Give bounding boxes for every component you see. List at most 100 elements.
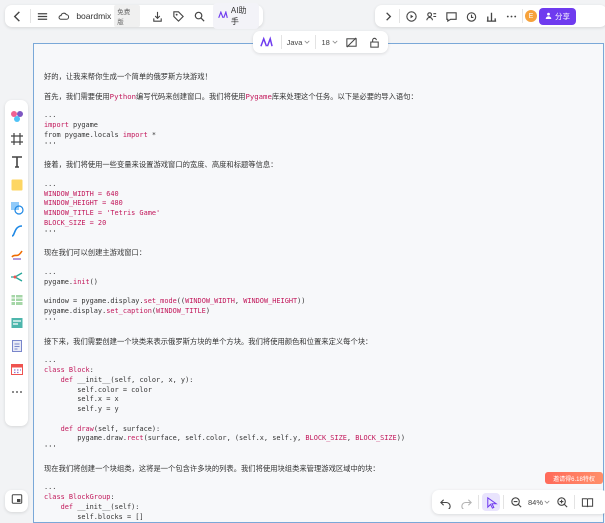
code-token: WINDOW_HEIGHT = 480 [44,199,123,208]
code-token: pygame [68,120,98,129]
table-icon[interactable] [9,292,25,308]
search-icon[interactable] [190,7,208,25]
code-token: class [44,365,65,374]
code-token: init [73,277,90,286]
more-tools-icon[interactable] [9,384,25,400]
vote-icon[interactable] [482,7,500,25]
kanban-icon[interactable] [9,315,25,331]
prose-line: 接着，我们将使用一些变量来设置游戏窗口的宽度、高度和标题等信息： [44,160,278,170]
cursor-select-icon[interactable] [482,493,500,511]
collaborate-icon[interactable] [422,7,440,25]
zoom-out-icon[interactable] [507,493,525,511]
minimap-button[interactable] [5,490,28,512]
template-icon[interactable] [9,108,25,124]
code-line: class Block: [44,366,593,376]
code-token: rect [126,434,144,443]
code-token: def [60,503,74,512]
code-token: : [89,365,94,374]
lock-icon[interactable] [365,33,383,51]
code-line: self.color = color [44,386,593,396]
no-image-icon[interactable] [343,33,361,51]
prose-line: 接下来，我们需要创建一个块类来表示俄罗斯方块的单个方块。我们将使用颜色和位置来定… [44,336,373,346]
code-token: ''' [44,228,57,237]
code-line: def draw(self, surface): [44,425,593,435]
code-token: set_mode [143,297,177,306]
code-line: ... [44,111,593,121]
code-line: ... [44,268,593,278]
undo-icon[interactable] [436,493,454,511]
code-line: ... [44,356,593,366]
more-icon[interactable] [502,7,520,25]
prose-segment: 首先，我们需要使用 [44,91,110,101]
plan-badge: 免费版 [114,5,140,27]
code-token: set_caption [106,307,152,316]
ai-assistant-button[interactable]: AI助手 [212,3,260,29]
frame-icon[interactable] [9,131,25,147]
share-icon [545,12,552,21]
code-token: (surface, self.color, (self.x, self.y, [143,434,306,443]
code-token: class [44,493,65,502]
export-icon[interactable] [149,7,167,25]
code-line: ... [44,180,593,190]
pen-icon[interactable] [9,246,25,262]
prose-line: 现在我们将创建一个块组类，这将是一个包含许多块的列表。我们将使用块组类来管理游戏… [44,463,380,473]
code-token: WINDOW_HEIGHT [243,297,298,306]
code-line: WINDOW_HEIGHT = 480 [44,199,593,209]
code-token: import [44,120,69,129]
share-button[interactable]: 分享 [539,7,576,25]
divider [29,9,31,23]
calendar-icon[interactable] [9,361,25,377]
connector-icon[interactable] [9,223,25,239]
promo-badge[interactable]: 邀请得6.18特权 [545,472,603,484]
share-label: 分享 [555,11,570,21]
book-icon[interactable] [578,493,596,511]
zoom-toolbar: 84% [432,490,605,514]
code-token: (self, surface): [93,424,161,433]
timer-icon[interactable] [462,7,480,25]
prose-segment: Python [109,91,137,101]
zoom-in-icon[interactable] [553,493,571,511]
code-line: self.x = x [44,395,593,405]
tool-rail [5,100,28,426]
language-select[interactable]: Java [287,38,311,47]
code-token: Block [68,365,90,374]
expand-icon[interactable] [379,7,397,25]
present-icon[interactable] [402,7,420,25]
zoom-level[interactable]: 84% [528,498,550,507]
code-token: self.y = y [44,405,119,414]
code-content[interactable]: 好的，让我来帮你生成一个简单的俄罗斯方块游戏！ 首先，我们需要使用Python编写… [44,72,593,523]
zoom-value: 84% [528,497,544,507]
mindmap-icon[interactable] [9,269,25,285]
code-token: () [89,277,98,286]
chevron-down-icon [332,38,338,47]
code-line: ''' [44,444,593,454]
redo-icon[interactable] [457,493,475,511]
tag-icon[interactable] [169,7,187,25]
avatar[interactable]: E [525,10,537,22]
document-icon[interactable] [9,338,25,354]
back-icon[interactable] [9,7,27,25]
text-icon[interactable] [9,154,25,170]
top-right-toolbar: E 分享 [375,5,605,27]
ai-logo-icon[interactable] [258,33,276,51]
code-token: self.color = color [44,385,152,394]
font-size-select[interactable]: 18 [321,38,338,47]
shape-icon[interactable] [9,200,25,216]
code-line: pygame.draw.rect(surface, self.color, (s… [44,434,593,444]
code-line: ''' [44,141,593,151]
menu-icon[interactable] [34,7,52,25]
code-token: ... [44,356,57,365]
sticky-note-icon[interactable] [9,177,25,193]
code-token: ) [205,307,210,316]
divider [503,495,504,509]
comment-icon[interactable] [442,7,460,25]
code-block[interactable]: 好的，让我来帮你生成一个简单的俄罗斯方块游戏！ 首先，我们需要使用Python编写… [33,43,604,523]
language-value: Java [286,37,303,47]
board-name[interactable]: boardmix [76,11,111,21]
